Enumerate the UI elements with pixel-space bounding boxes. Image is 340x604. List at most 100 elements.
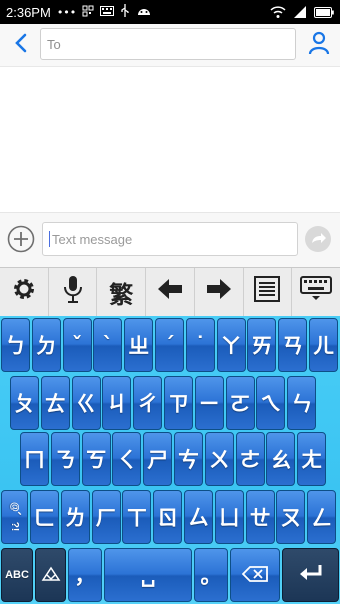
ime-toolbar: 繁	[0, 267, 340, 316]
emoji-key[interactable]	[35, 548, 66, 602]
row3-key-7[interactable]: ㄨ	[204, 432, 234, 486]
row1-key-7[interactable]: ˙	[185, 318, 215, 372]
notification-dots: •••	[56, 5, 77, 19]
keyboard-status-icon	[100, 5, 115, 19]
status-bar: 2:36PM •••	[0, 0, 340, 24]
row1-key-6[interactable]: ˊ	[155, 318, 184, 372]
row4-key-10[interactable]: ㄥ	[307, 490, 337, 544]
row2-key-label: ㄗ	[168, 392, 189, 416]
send-arrow-icon	[304, 226, 332, 257]
back-button[interactable]	[10, 33, 32, 57]
row2-key-1[interactable]: ㄆ	[10, 376, 39, 430]
row4-key-1[interactable]: ㄈ	[30, 490, 59, 544]
contact-picker-button[interactable]	[306, 31, 332, 59]
row4-key-6[interactable]: ㄙ	[184, 490, 213, 544]
row2-key-2[interactable]: ㄊ	[40, 376, 70, 430]
person-icon	[308, 31, 330, 59]
recipient-placeholder: To	[47, 36, 61, 52]
send-button[interactable]	[304, 225, 332, 253]
row3-key-10[interactable]: ㄤ	[297, 432, 327, 486]
usb-icon	[120, 3, 130, 21]
text-cursor	[49, 231, 50, 247]
row1-key-5[interactable]: ㄓ	[124, 318, 154, 372]
traditional-char-button[interactable]: 繁	[97, 268, 147, 316]
row3-key-label: ㄘ	[178, 448, 199, 472]
row3-key-3[interactable]: ㄎ	[81, 432, 111, 486]
row1-key-label: ㄅ	[5, 334, 26, 358]
traditional-char-label: 繁	[109, 280, 134, 309]
row4-key-3[interactable]: ㄏ	[91, 490, 121, 544]
space-key[interactable]: ␣	[104, 548, 192, 602]
row2-key-label: ㄔ	[137, 392, 159, 416]
row4-key-5[interactable]: ㄖ	[153, 490, 183, 544]
row1-key-9[interactable]: ㄞ	[247, 318, 277, 372]
row2-key-9[interactable]: ㄟ	[256, 376, 286, 430]
row4-key-7[interactable]: ㄩ	[214, 490, 244, 544]
row4-key-label: ㄥ	[311, 506, 333, 530]
attach-button[interactable]	[7, 225, 35, 253]
voice-input-button[interactable]	[49, 268, 98, 316]
abc-key-label: ABC	[5, 569, 29, 581]
row2-key-10[interactable]: ㄣ	[287, 376, 317, 430]
row2-key-3[interactable]: ㄍ	[71, 376, 101, 430]
row1-key-label: ㄉ	[35, 334, 57, 358]
row2-key-4[interactable]: ㄐ	[102, 376, 132, 430]
row1-key-label: ˙	[195, 333, 206, 357]
row4-key-label: ㄡ	[280, 506, 302, 530]
row1-key-label: ㄞ	[251, 334, 273, 358]
cursor-right-button[interactable]	[195, 268, 244, 316]
row3-key-1[interactable]: ㄇ	[20, 432, 49, 486]
enter-icon	[298, 563, 324, 588]
row3-key-label: ㄨ	[208, 448, 230, 472]
row3-key-4[interactable]: ㄑ	[112, 432, 142, 486]
row2-key-6[interactable]: ㄗ	[164, 376, 193, 430]
row4-key-4[interactable]: ㄒ	[122, 490, 152, 544]
row3-key-2[interactable]: ㄋ	[50, 432, 80, 486]
row3-key-9[interactable]: ㄠ	[266, 432, 296, 486]
row1-key-11[interactable]: ㄦ	[309, 318, 338, 372]
row3-key-8[interactable]: ㄜ	[235, 432, 265, 486]
settings-button[interactable]	[0, 268, 49, 316]
hide-keyboard-button[interactable]	[292, 268, 340, 316]
keyboard-hide-icon	[300, 276, 333, 308]
android-icon	[136, 5, 152, 20]
arrow-right-icon	[205, 277, 233, 307]
abc-switch-key[interactable]: ABC	[1, 548, 33, 602]
row3-key-5[interactable]: ㄕ	[143, 432, 173, 486]
candidate-list-button[interactable]	[244, 268, 293, 316]
row4-key-2[interactable]: ㄌ	[60, 490, 90, 544]
backspace-icon	[241, 563, 268, 587]
row1-key-10[interactable]: ㄢ	[278, 318, 308, 372]
recipient-input[interactable]: To	[40, 28, 296, 60]
row1-key-1[interactable]: ㄅ	[1, 318, 30, 372]
row4-key-label: ㄈ	[34, 506, 55, 530]
row1-key-2[interactable]: ㄉ	[31, 318, 61, 372]
backspace-key[interactable]	[230, 548, 280, 602]
row1-key-label: ㄦ	[313, 334, 334, 358]
period-key[interactable]: 。	[194, 548, 228, 602]
row3-key-label: ㄕ	[147, 448, 169, 472]
row1-key-3[interactable]: ˇ	[62, 318, 92, 372]
row3-key-6[interactable]: ㄘ	[174, 432, 203, 486]
plus-circle-icon	[7, 225, 35, 257]
row1-key-4[interactable]: ˋ	[93, 318, 123, 372]
comma-key[interactable]: ，	[68, 548, 102, 602]
battery-icon	[314, 3, 334, 22]
row4-key-8[interactable]: ㄝ	[245, 490, 275, 544]
row2-key-5[interactable]: ㄔ	[133, 376, 163, 430]
row4-key-label: ㄩ	[218, 506, 240, 530]
message-input[interactable]: Text message	[42, 222, 298, 256]
row2-key-8[interactable]: ㄛ	[225, 376, 255, 430]
cursor-left-button[interactable]	[146, 268, 195, 316]
enter-key[interactable]	[282, 548, 339, 602]
status-time: 2:36PM	[6, 4, 51, 20]
row4-key-9[interactable]: ㄡ	[276, 490, 306, 544]
row4-key-label: ㄌ	[64, 506, 86, 530]
row2-key-label: ㄊ	[44, 392, 66, 416]
row1-key-label: ㄚ	[220, 334, 242, 358]
symbol-key[interactable]: @、?!	[1, 490, 28, 544]
screenshot-icon	[82, 5, 94, 20]
list-icon	[254, 276, 281, 308]
row2-key-7[interactable]: ㄧ	[194, 376, 224, 430]
row1-key-8[interactable]: ㄚ	[216, 318, 246, 372]
